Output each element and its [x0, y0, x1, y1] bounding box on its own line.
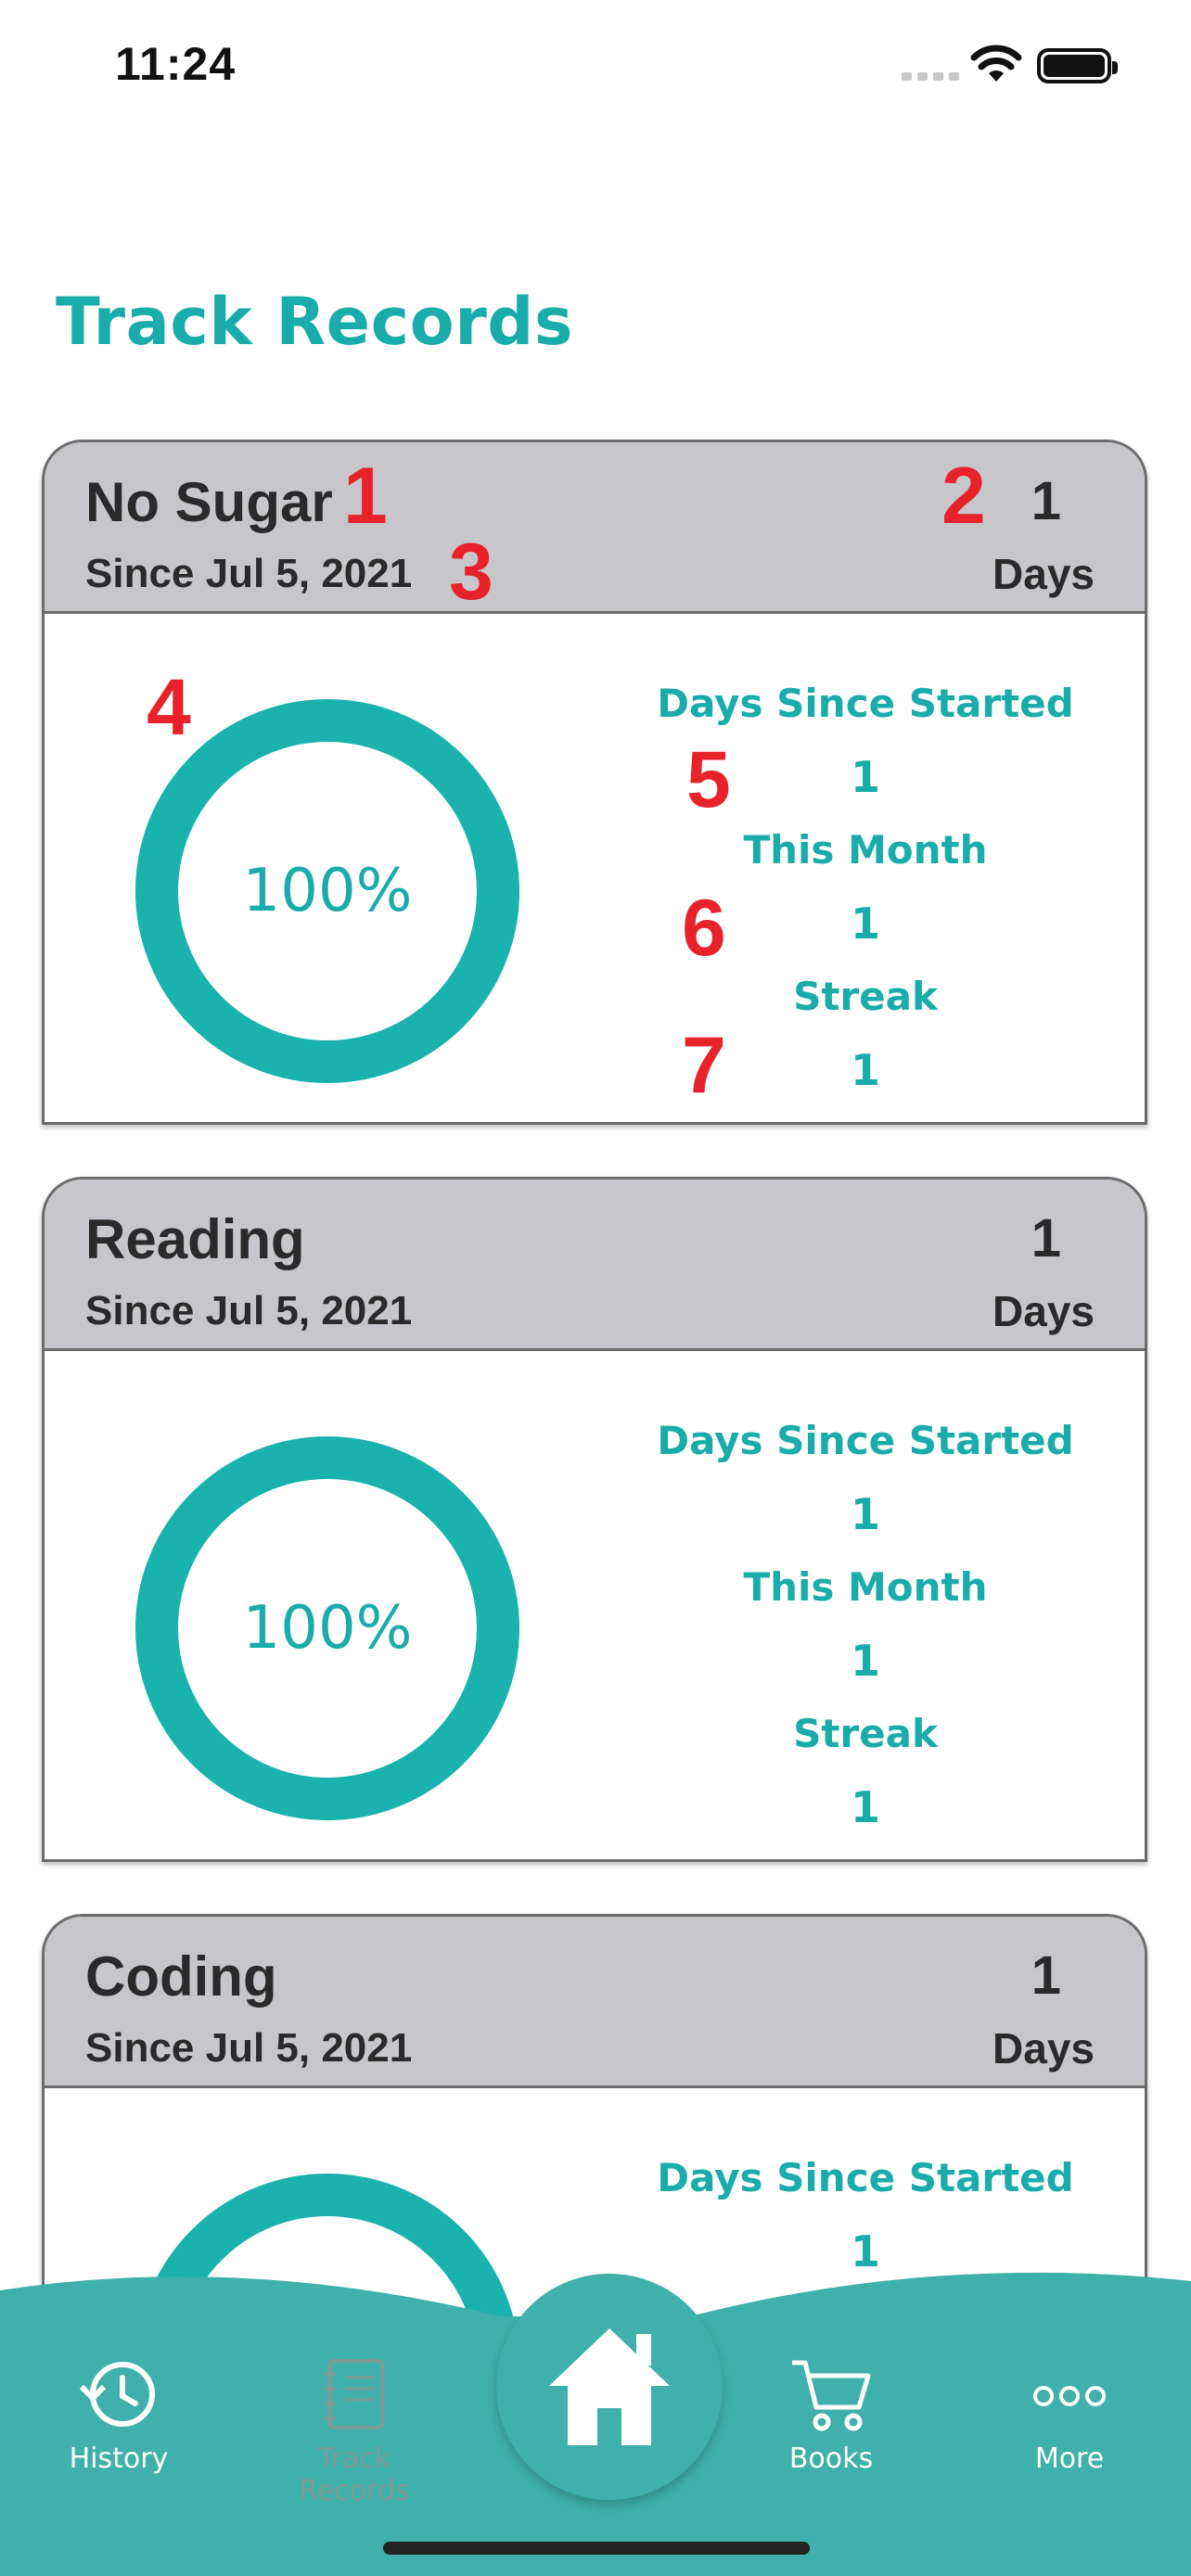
record-since-date: Since Jul 5, 2021: [85, 1288, 413, 1333]
status-time: 11:24: [115, 38, 237, 90]
card-header: Coding Since Jul 5, 2021 1 Days: [45, 1917, 1145, 2088]
more-icon: [1033, 2386, 1106, 2406]
annotation-marker: 1: [343, 452, 388, 541]
tab-history-label: History: [69, 2442, 169, 2475]
home-button[interactable]: [496, 2274, 723, 2500]
annotation-marker: 3: [449, 528, 493, 617]
battery-icon: [1037, 48, 1118, 83]
stat-label-this-month: This Month: [743, 1564, 988, 1610]
tab-more[interactable]: More: [977, 2355, 1162, 2475]
progress-ring: 100%: [135, 1436, 519, 1820]
card-header: Reading Since Jul 5, 2021 1 Days: [45, 1180, 1145, 1351]
track-record-card[interactable]: Reading Since Jul 5, 2021 1 Days 100% Da…: [42, 1177, 1147, 1862]
stat-label-days-since-started: Days Since Started: [657, 1418, 1074, 1463]
cart-icon: [792, 2360, 871, 2431]
progress-percent: 100%: [242, 857, 413, 925]
record-name: No Sugar: [85, 471, 333, 533]
record-day-count: 1: [1031, 1945, 1061, 2006]
annotation-marker: 2: [941, 452, 986, 541]
stat-label-days-since-started: Days Since Started: [657, 2155, 1074, 2200]
annotation-marker: 4: [147, 663, 191, 752]
record-day-unit: Days: [992, 1287, 1095, 1335]
track-record-card[interactable]: No Sugar Since Jul 5, 2021 1 Days 100% D…: [42, 440, 1147, 1125]
progress-percent: 100%: [242, 1594, 413, 1663]
cellular-signal-icon: [902, 72, 959, 81]
stat-value-this-month: 1: [850, 1636, 880, 1686]
record-day-count: 1: [1031, 1208, 1061, 1269]
record-since-date: Since Jul 5, 2021: [85, 551, 413, 596]
record-day-unit: Days: [992, 550, 1095, 598]
stats-panel: Days Since Started 1 This Month 1 Streak…: [620, 1418, 1111, 1857]
status-bar: 11:24: [0, 0, 1191, 130]
notebook-icon: [325, 2359, 384, 2429]
tab-history[interactable]: History: [26, 2355, 211, 2475]
annotation-marker: 7: [682, 1021, 726, 1110]
tab-track-records[interactable]: Track Records: [262, 2355, 447, 2507]
record-day-unit: Days: [992, 2024, 1095, 2072]
tab-more-label: More: [1034, 2442, 1105, 2475]
annotation-marker: 6: [682, 884, 726, 973]
record-day-count: 1: [1031, 471, 1061, 531]
record-name: Coding: [85, 1945, 277, 2008]
tab-books-label: Books: [788, 2442, 874, 2475]
page-title: Track Records: [56, 284, 573, 360]
tab-books[interactable]: Books: [738, 2355, 924, 2475]
wifi-icon: [970, 45, 1022, 82]
stat-label-streak: Streak: [793, 1711, 938, 1756]
stat-label-this-month: This Month: [743, 827, 988, 873]
home-icon: [549, 2328, 670, 2445]
annotation-marker: 5: [686, 735, 731, 824]
stat-label-streak: Streak: [793, 974, 938, 1019]
tab-track-records-label: Track Records: [299, 2442, 410, 2507]
stat-value-streak: 1: [850, 1782, 880, 1832]
card-body: 100% Days Since Started 1 This Month 1 S…: [45, 614, 1145, 1122]
stat-label-days-since-started: Days Since Started: [657, 681, 1074, 726]
history-icon: [79, 2362, 155, 2427]
record-since-date: Since Jul 5, 2021: [85, 2025, 413, 2071]
stat-value-days-since-started: 1: [850, 1489, 880, 1539]
progress-ring: 100%: [135, 699, 519, 1083]
record-name: Reading: [85, 1208, 305, 1270]
card-body: 100% Days Since Started 1 This Month 1 S…: [45, 1351, 1145, 1859]
home-indicator[interactable]: [383, 2542, 810, 2555]
